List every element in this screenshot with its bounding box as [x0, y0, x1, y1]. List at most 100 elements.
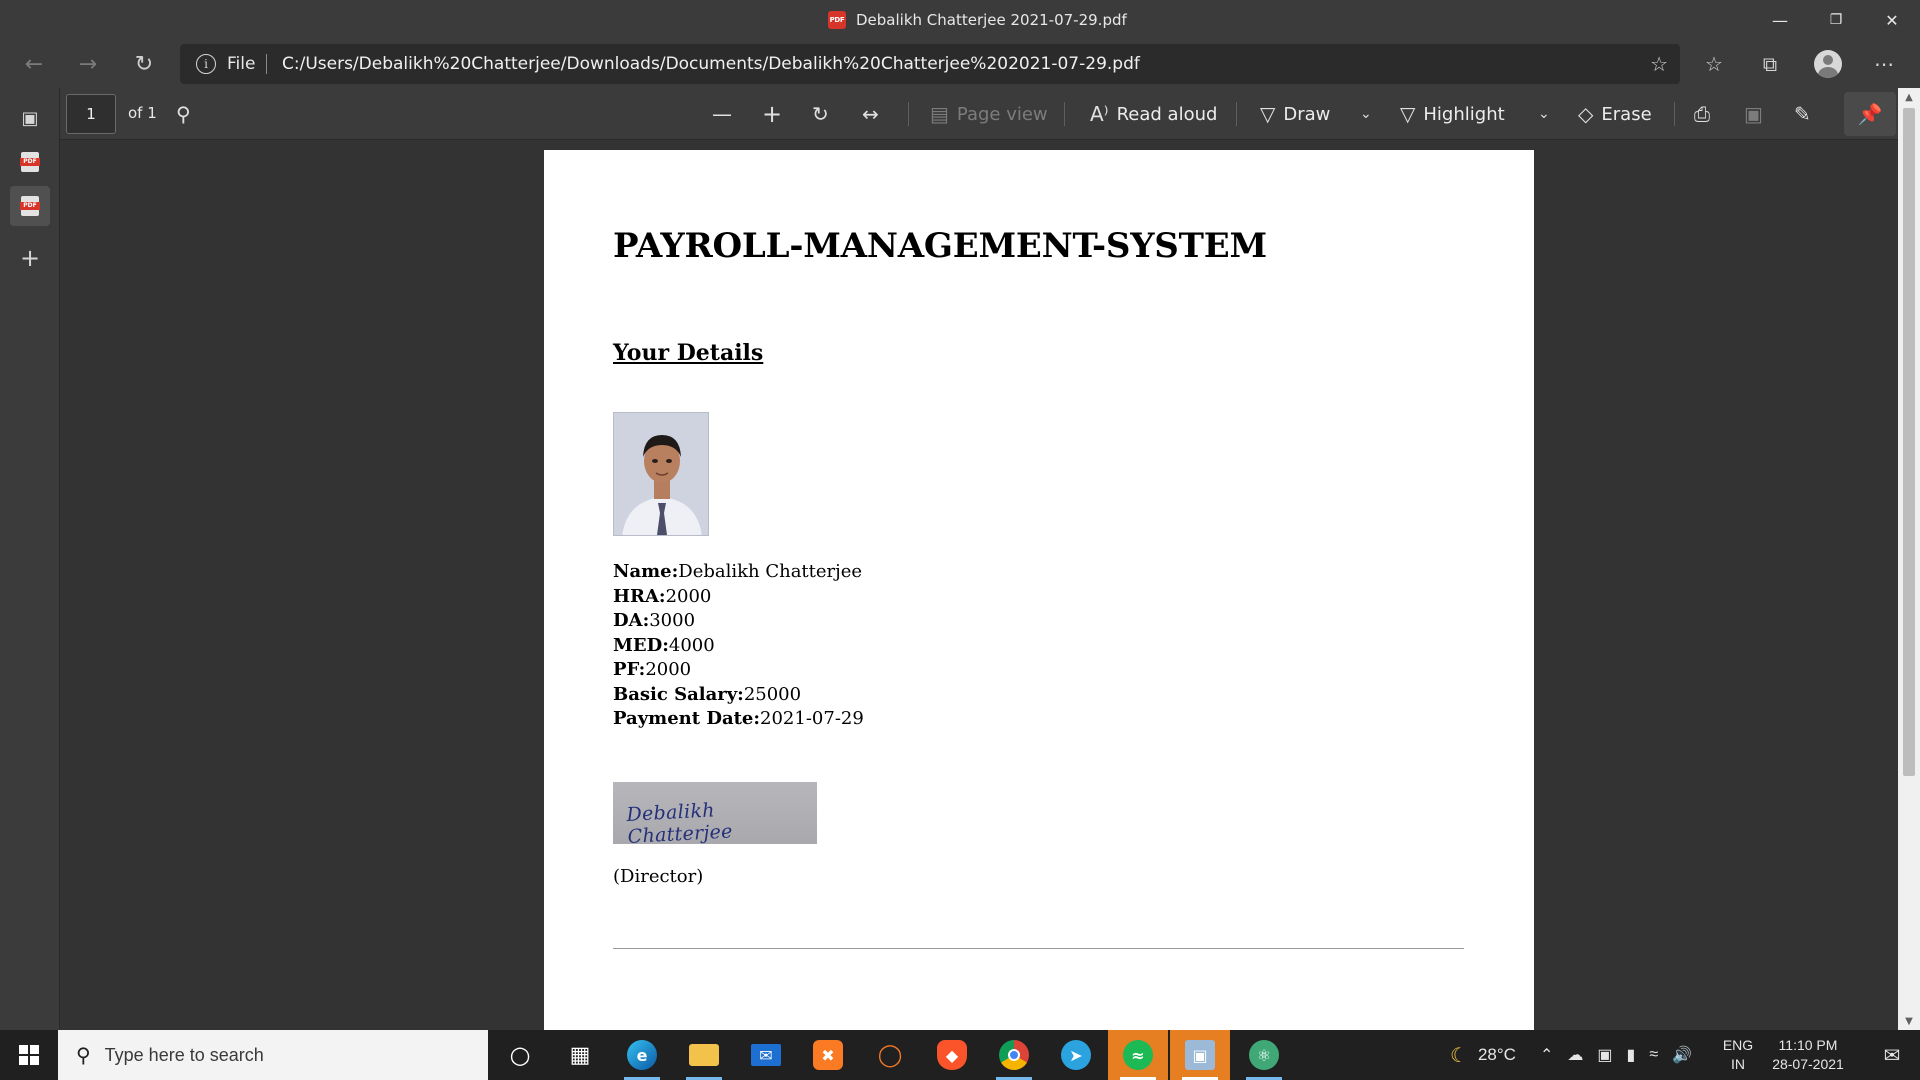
wifi-icon[interactable]: ≈: [1649, 1046, 1658, 1064]
horizontal-rule: [613, 948, 1464, 949]
more-icon: ⋯: [1874, 52, 1894, 76]
search-placeholder: Type here to search: [104, 1044, 264, 1065]
detail-row-hra: HRA:2000: [613, 585, 712, 607]
save-as-button[interactable]: ✎: [1794, 96, 1811, 132]
page-number-input[interactable]: 1: [66, 94, 116, 134]
chrome-icon: [999, 1040, 1029, 1070]
cortana-button[interactable]: ○: [490, 1030, 550, 1080]
folder-icon: [689, 1044, 719, 1066]
language-code: ENG: [1722, 1037, 1754, 1053]
read-aloud-button[interactable]: A⁾ Read aloud: [1090, 96, 1217, 132]
draw-options-dropdown[interactable]: ⌄: [1360, 96, 1372, 132]
save-as-icon: ✎: [1794, 102, 1811, 126]
taskbar-telegram[interactable]: ➤: [1046, 1030, 1106, 1080]
add-favorite-icon[interactable]: ☆: [1650, 52, 1668, 76]
vertical-scrollbar[interactable]: ▲ ▼: [1898, 88, 1920, 1030]
collections-icon: ⧉: [1762, 52, 1778, 76]
find-button[interactable]: ⚲: [176, 96, 191, 132]
back-button[interactable]: ←: [14, 46, 54, 82]
erase-button[interactable]: ◇ Erase: [1578, 96, 1652, 132]
page-view-label: Page view: [956, 103, 1048, 125]
navigation-bar: ← → ↻ i File C:/Users/Debalikh%20Chatter…: [0, 40, 1920, 88]
edge-icon: e: [627, 1040, 657, 1070]
taskbar-atom[interactable]: ⚛: [1234, 1030, 1294, 1080]
pin-toolbar-button[interactable]: 📌: [1844, 92, 1896, 136]
draw-button[interactable]: ▽ Draw: [1260, 96, 1330, 132]
taskbar-spotify[interactable]: ≈: [1108, 1030, 1168, 1080]
refresh-button[interactable]: ↻: [124, 46, 164, 82]
print-button[interactable]: ⎙: [1694, 96, 1710, 132]
chevron-up-icon[interactable]: ⌃: [1540, 1045, 1553, 1065]
taskbar-chrome[interactable]: [984, 1030, 1044, 1080]
scrollbar-thumb[interactable]: [1903, 108, 1915, 776]
save-button[interactable]: ▣: [1744, 96, 1763, 132]
system-tray: ⌃ ☁ ▣ ▮ ≈ 🔊: [1540, 1030, 1692, 1080]
taskbar: ⚲ Type here to search ○ ▦ e ✉ ✖ ◯ ◆ ➤ ≈ …: [0, 1030, 1920, 1080]
taskbar-brave[interactable]: ◆: [922, 1030, 982, 1080]
pdf-viewer[interactable]: PAYROLL-MANAGEMENT-SYSTEM Your Details N…: [60, 140, 1898, 1030]
back-arrow-icon: ←: [24, 51, 44, 77]
moon-icon: ☾: [1450, 1044, 1468, 1067]
battery-icon[interactable]: ▮: [1627, 1045, 1636, 1065]
detail-row-payment-date: Payment Date:2021-07-29: [613, 708, 864, 729]
restore-icon: ❐: [1829, 12, 1843, 28]
taskbar-mail[interactable]: ✉: [736, 1030, 796, 1080]
forward-button[interactable]: →: [68, 46, 108, 82]
taskbar-file-explorer[interactable]: [674, 1030, 734, 1080]
forward-arrow-icon: →: [78, 51, 98, 77]
tab-pdf-1[interactable]: [10, 142, 50, 182]
zoom-out-button[interactable]: —: [712, 96, 732, 132]
tab-actions-button[interactable]: ▣: [10, 98, 50, 138]
task-view-icon: ▦: [569, 1042, 591, 1068]
taskbar-xampp[interactable]: ✖: [798, 1030, 858, 1080]
scroll-up-icon[interactable]: ▲: [1898, 88, 1920, 106]
page-count: of 1: [128, 104, 157, 122]
action-center-button[interactable]: ✉: [1864, 1030, 1920, 1080]
close-button[interactable]: ✕: [1864, 0, 1920, 40]
fit-to-width-button[interactable]: ↔: [862, 96, 879, 132]
restore-button[interactable]: ❐: [1808, 0, 1864, 40]
highlight-options-dropdown[interactable]: ⌄: [1538, 96, 1550, 132]
start-button[interactable]: [0, 1030, 58, 1080]
pdf-toolbar: 1 of 1 ⚲ — + ↻ ↔ ▤ Page view A⁾ Read alo…: [60, 88, 1900, 140]
page-view-button[interactable]: ▤ Page view: [930, 96, 1048, 132]
task-view-button[interactable]: ▦: [550, 1030, 610, 1080]
volume-icon[interactable]: 🔊: [1672, 1045, 1692, 1065]
collections-button[interactable]: ⧉: [1750, 44, 1790, 84]
zoom-in-button[interactable]: +: [762, 96, 782, 132]
minimize-button[interactable]: —: [1752, 0, 1808, 40]
rotate-button[interactable]: ↻: [812, 96, 829, 132]
notification-icon: ✉: [1883, 1044, 1901, 1067]
tab-pdf-2[interactable]: [10, 186, 50, 226]
signer-role: (Director): [613, 866, 704, 887]
weather-widget[interactable]: ☾ 28°C: [1450, 1030, 1516, 1080]
pdf-tab-icon: [20, 152, 40, 172]
plus-icon: +: [19, 244, 41, 272]
plus-icon: +: [762, 100, 783, 128]
scroll-down-icon[interactable]: ▼: [1898, 1012, 1920, 1030]
section-heading: Your Details: [613, 340, 764, 366]
taskbar-search[interactable]: ⚲ Type here to search: [58, 1030, 488, 1080]
taskbar-edge[interactable]: e: [612, 1030, 672, 1080]
highlight-button[interactable]: ▽ Highlight: [1400, 96, 1505, 132]
address-bar[interactable]: i File C:/Users/Debalikh%20Chatterjee/Do…: [180, 44, 1680, 84]
fit-width-icon: ↔: [862, 102, 879, 126]
detail-row-basic-salary: Basic Salary:25000: [613, 683, 802, 705]
clock[interactable]: 11:10 PM 28-07-2021: [1764, 1036, 1852, 1074]
new-tab-button[interactable]: +: [10, 238, 50, 278]
meet-now-icon[interactable]: ▣: [1597, 1045, 1612, 1065]
erase-label: Erase: [1601, 103, 1652, 125]
weather-temp: 28°C: [1477, 1045, 1516, 1064]
taskbar-jupyter[interactable]: ◯: [860, 1030, 920, 1080]
language-indicator[interactable]: ENG IN: [1720, 1036, 1756, 1074]
signature-image: Debalikh Chatterjee: [613, 782, 817, 844]
taskbar-image-viewer[interactable]: ▣: [1170, 1030, 1230, 1080]
onedrive-icon[interactable]: ☁: [1567, 1045, 1583, 1065]
settings-more-button[interactable]: ⋯: [1864, 44, 1904, 84]
pdf-page: PAYROLL-MANAGEMENT-SYSTEM Your Details N…: [544, 150, 1534, 1030]
profile-button[interactable]: [1808, 44, 1848, 84]
tab-actions-icon: ▣: [21, 107, 39, 129]
url-text[interactable]: C:/Users/Debalikh%20Chatterjee/Downloads…: [282, 54, 1140, 74]
favorites-button[interactable]: ☆: [1694, 44, 1734, 84]
site-info-icon[interactable]: i: [196, 54, 216, 74]
